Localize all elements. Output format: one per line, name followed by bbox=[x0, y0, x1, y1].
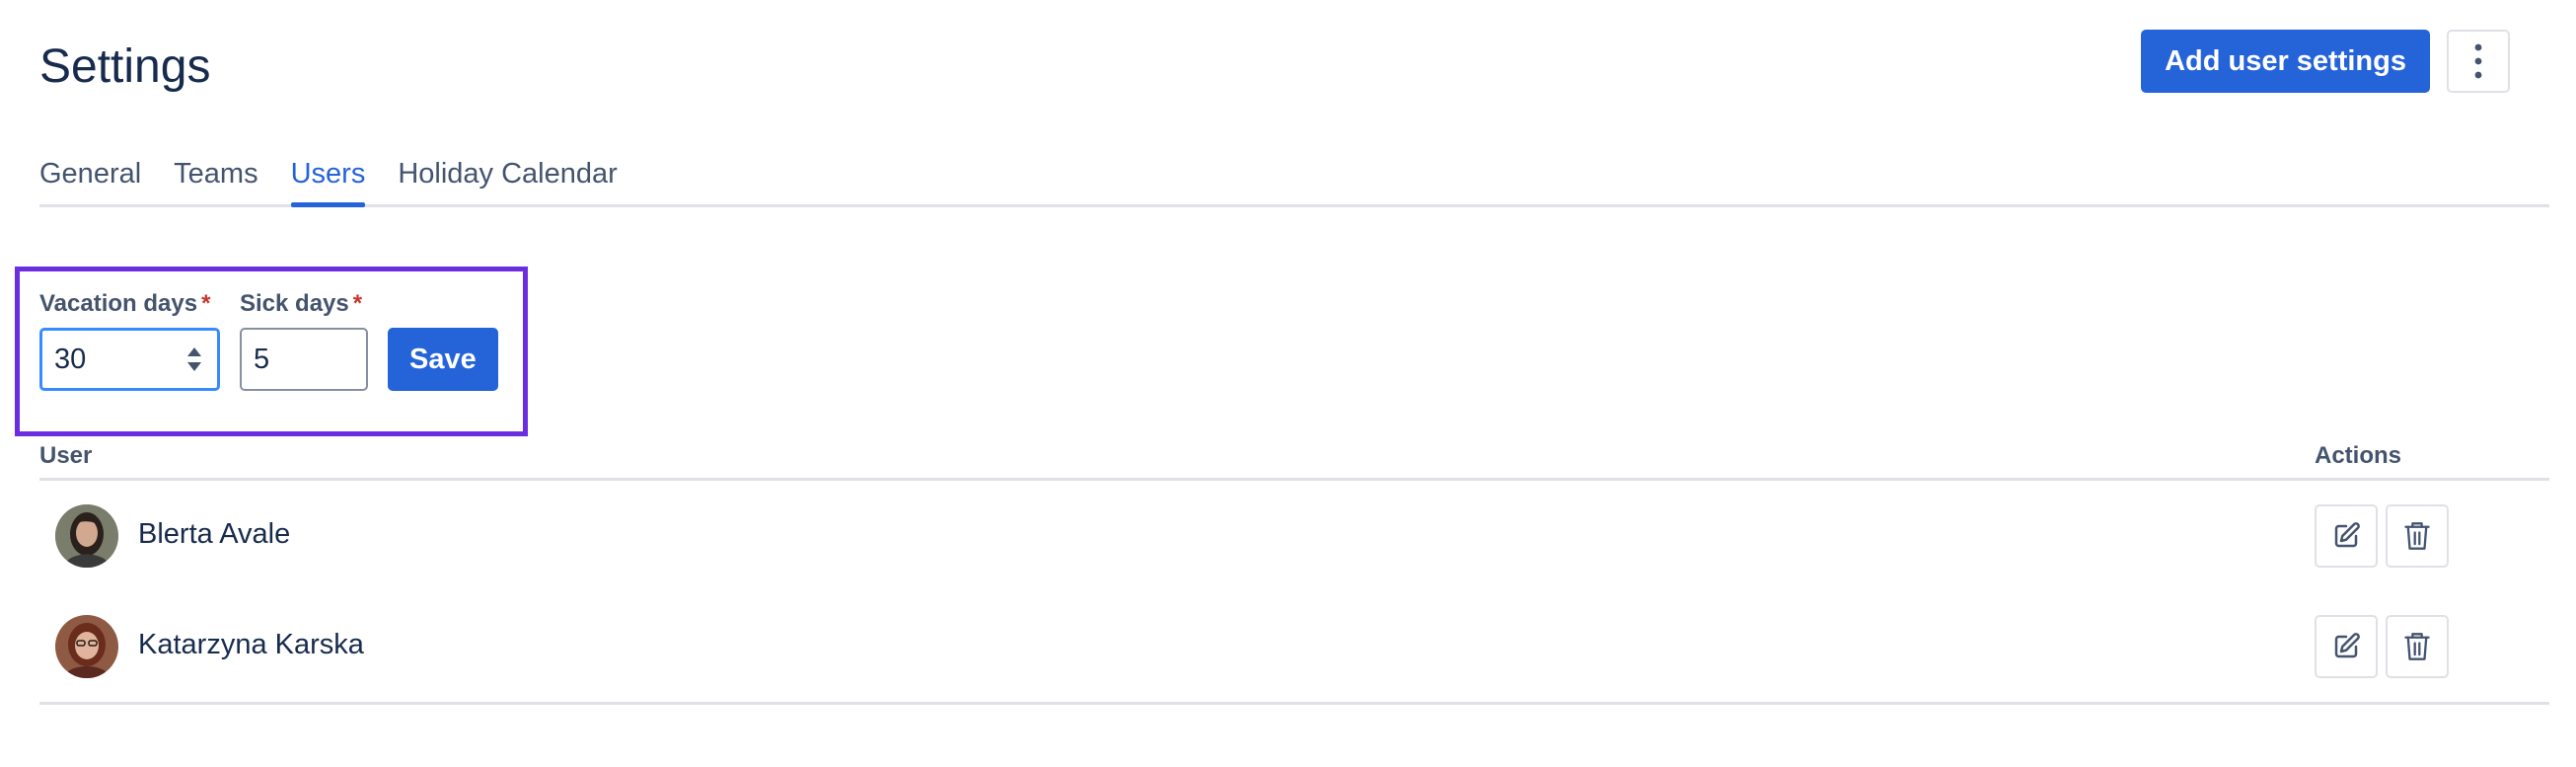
row-actions bbox=[2315, 504, 2449, 568]
stepper-up-icon[interactable] bbox=[187, 347, 201, 356]
vacation-days-value: 30 bbox=[54, 343, 87, 375]
vacation-days-field: Vacation days * 30 bbox=[39, 290, 220, 391]
sick-days-label: Sick days * bbox=[240, 290, 363, 317]
required-marker: * bbox=[201, 290, 211, 317]
column-header-user: User bbox=[39, 442, 93, 469]
save-button[interactable]: Save bbox=[388, 328, 498, 391]
table-row: Blerta Avale bbox=[39, 481, 2549, 591]
delete-button[interactable] bbox=[2386, 504, 2449, 568]
tab-teams[interactable]: Teams bbox=[174, 148, 258, 204]
user-name: Katarzyna Karska bbox=[138, 629, 364, 660]
table-row: Katarzyna Karska bbox=[39, 591, 2549, 705]
settings-tabs: General Teams Users Holiday Calendar bbox=[39, 148, 2549, 207]
users-table: User Actions Blerta Avale Katarzyna Kars… bbox=[39, 438, 2549, 705]
user-name: Blerta Avale bbox=[138, 518, 291, 550]
column-header-actions: Actions bbox=[2315, 442, 2402, 469]
page-title: Settings bbox=[39, 40, 211, 93]
edit-icon bbox=[2334, 522, 2360, 548]
sick-days-value: 5 bbox=[254, 343, 270, 375]
table-header: User Actions bbox=[39, 438, 2549, 481]
settings-page: Settings Add user settings General Teams… bbox=[0, 0, 2576, 767]
avatar bbox=[55, 504, 118, 568]
number-stepper[interactable] bbox=[187, 347, 201, 371]
more-options-button[interactable] bbox=[2447, 30, 2510, 93]
trash-icon bbox=[2404, 633, 2430, 660]
header-actions: Add user settings bbox=[2141, 30, 2510, 93]
edit-button[interactable] bbox=[2315, 615, 2378, 678]
stepper-down-icon[interactable] bbox=[187, 362, 201, 371]
sick-days-field: Sick days * 5 bbox=[240, 290, 368, 391]
edit-icon bbox=[2334, 633, 2360, 658]
tab-holiday-calendar[interactable]: Holiday Calendar bbox=[398, 148, 617, 204]
required-marker: * bbox=[352, 290, 363, 317]
edit-button[interactable] bbox=[2315, 504, 2378, 568]
tab-general[interactable]: General bbox=[39, 148, 141, 204]
more-vertical-icon bbox=[2474, 43, 2482, 79]
trash-icon bbox=[2404, 522, 2430, 550]
avatar bbox=[55, 615, 118, 678]
add-user-settings-button[interactable]: Add user settings bbox=[2141, 30, 2430, 93]
vacation-days-label: Vacation days * bbox=[39, 290, 211, 317]
row-actions bbox=[2315, 615, 2449, 678]
vacation-days-input[interactable]: 30 bbox=[39, 328, 220, 391]
user-settings-form: Vacation days * 30 Sick days * 5 Save bbox=[39, 290, 498, 391]
sick-days-input[interactable]: 5 bbox=[240, 328, 368, 391]
delete-button[interactable] bbox=[2386, 615, 2449, 678]
tab-users[interactable]: Users bbox=[290, 148, 365, 207]
